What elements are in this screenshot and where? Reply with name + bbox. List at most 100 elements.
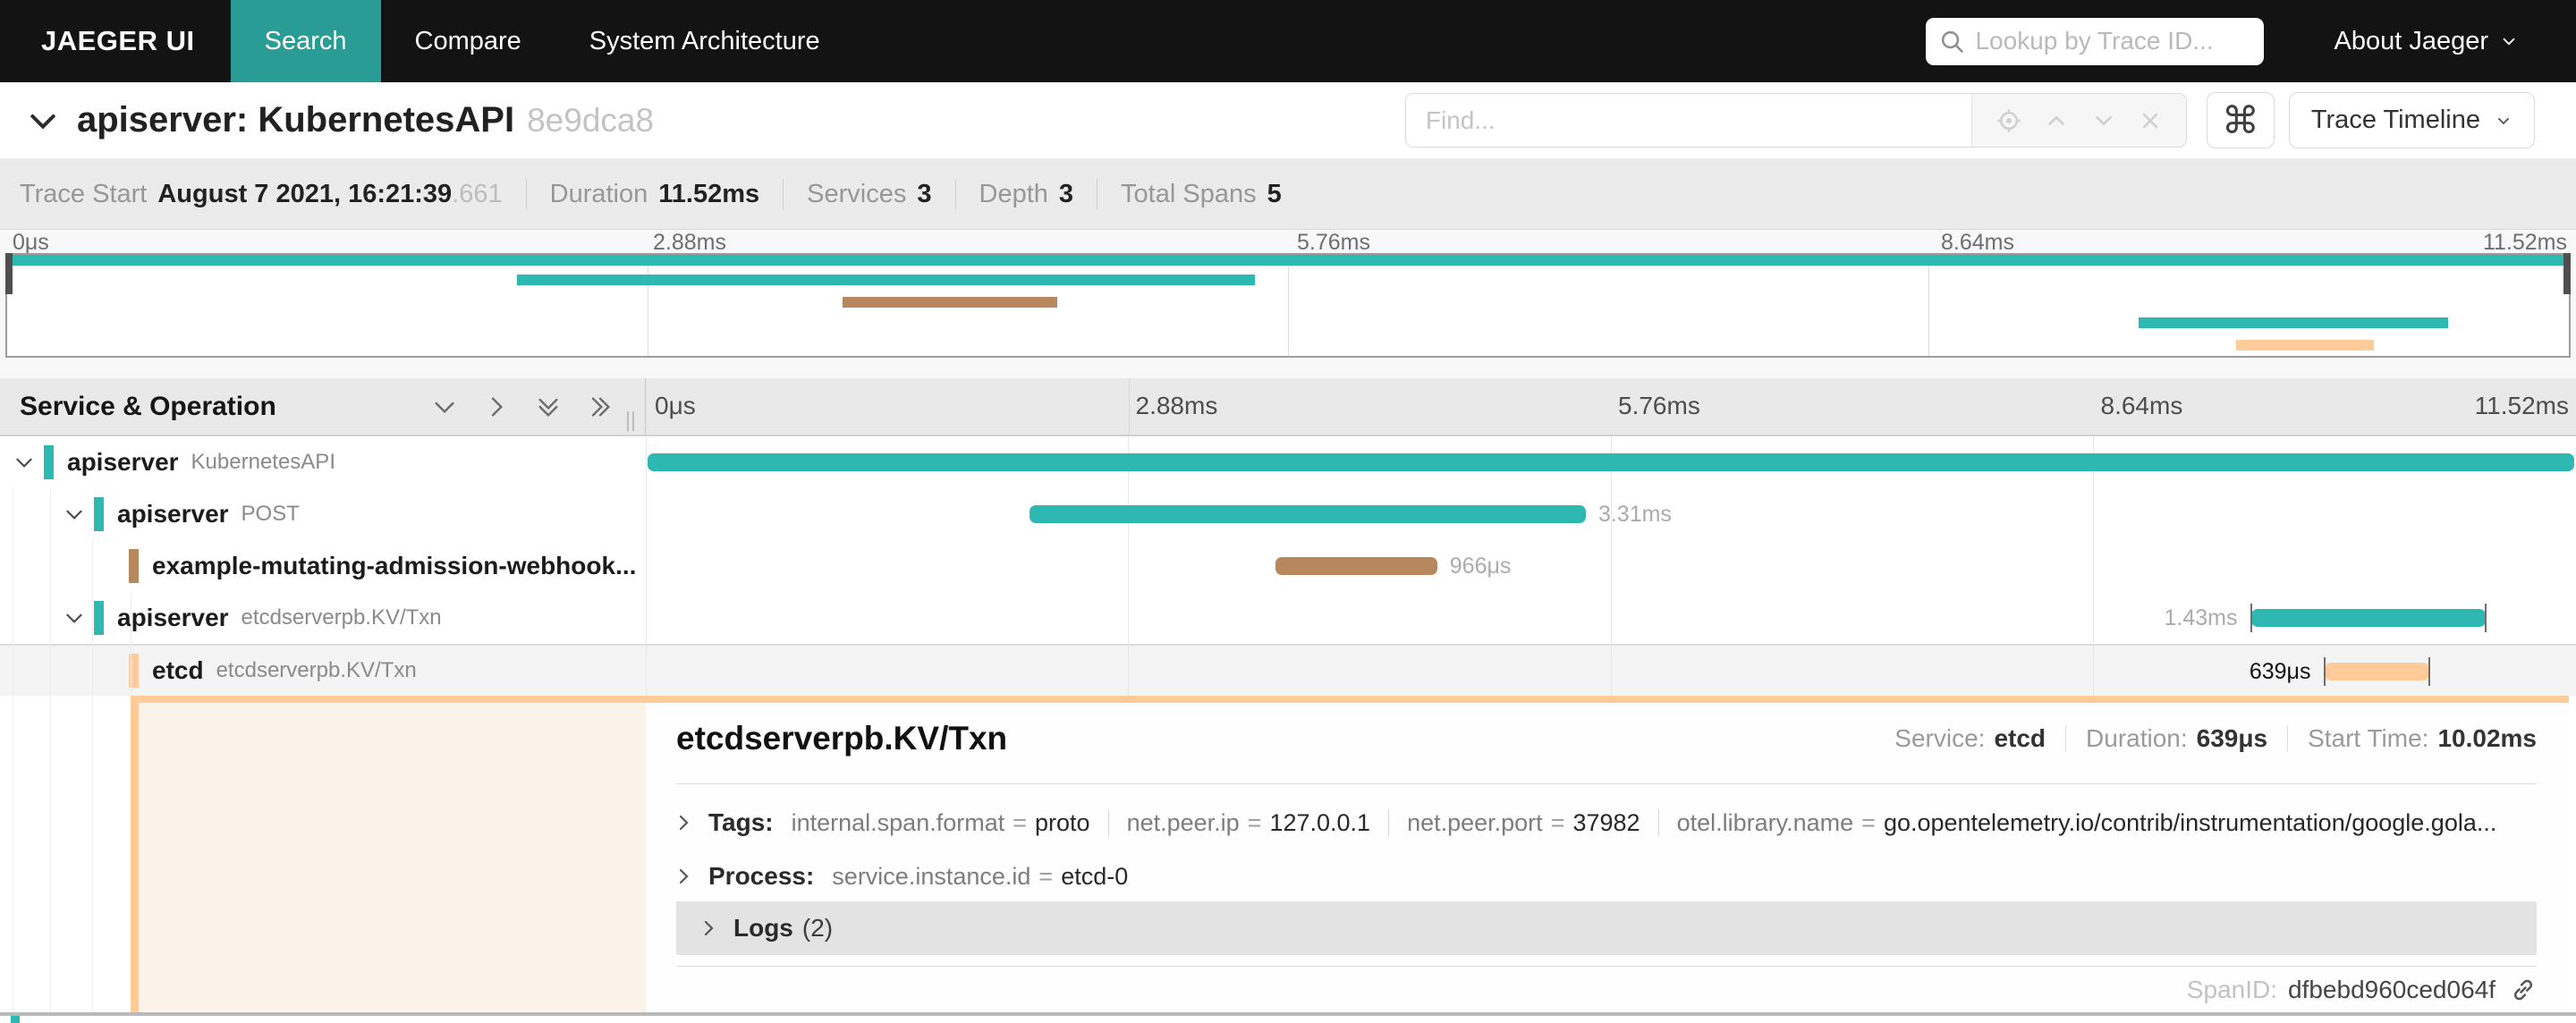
trace-collapse-chevron-icon[interactable] (25, 103, 61, 139)
focus-target-icon[interactable] (1996, 107, 2022, 134)
total-spans-value: 5 (1267, 179, 1282, 208)
trace-id-lookup[interactable] (1926, 17, 2265, 65)
ruler-tick: 8.64ms (2100, 392, 2183, 419)
top-nav: JAEGER UI Search Compare System Architec… (0, 0, 2576, 82)
start-time-value: 10.02ms (2437, 724, 2537, 752)
chevron-right-icon[interactable] (673, 812, 694, 833)
span-bar-wrap[interactable]: 1.43ms (2164, 604, 2487, 632)
total-spans-label: Total Spans (1121, 179, 1257, 208)
tag-divider (1388, 809, 1390, 836)
chevron-right-icon[interactable] (673, 866, 694, 887)
span-name-cell[interactable]: apiserver POST (0, 488, 646, 540)
collapse-controls (430, 393, 614, 421)
ruler-gridline (1128, 378, 1130, 435)
minimap-tick: 2.88ms (653, 230, 726, 255)
summary-divider (954, 179, 956, 209)
spanid-value: dfbebd960ced064f (2288, 976, 2496, 1003)
deep-link-icon[interactable] (2510, 976, 2537, 1003)
detail-operation-title: etcdserverpb.KV/Txn (676, 720, 1008, 757)
timeline-gridline (2093, 436, 2094, 696)
minimap-left-drag-handle[interactable] (5, 253, 13, 294)
span-bar[interactable] (2251, 609, 2486, 627)
service-color-block (129, 549, 139, 583)
logs-count: (2) (801, 914, 834, 942)
tag-divider (1107, 809, 1109, 836)
tree-guide-line (50, 488, 51, 696)
operation-name: KubernetesAPI (191, 450, 335, 474)
service-operation-title: Service & Operation (20, 391, 276, 421)
span-bar[interactable] (648, 453, 2574, 471)
span-row-etcd-txn-selected[interactable]: etcd etcdserverpb.KV/Txn 639μs (0, 644, 2576, 696)
span-bar-wrap[interactable]: 966μs (1275, 554, 1511, 579)
ruler-tick: 5.76ms (1618, 392, 1700, 419)
span-name-cell[interactable]: apiserver KubernetesAPI (0, 436, 646, 488)
equals-sign: = (1013, 808, 1028, 836)
timeline-gridline (1611, 436, 1612, 696)
nav-tab-compare[interactable]: Compare (381, 0, 555, 82)
expand-all-icon[interactable] (586, 393, 614, 421)
span-name-cell[interactable]: apiserver etcdserverpb.KV/Txn (0, 592, 646, 644)
about-jaeger-menu[interactable]: About Jaeger (2334, 27, 2519, 56)
duration-value: 639μs (2196, 724, 2268, 752)
operation-name: etcdserverpb.KV/Txn (216, 658, 417, 682)
span-detail-panel: etcdserverpb.KV/Txn Service: etcd Durati… (646, 703, 2569, 1016)
process-value: etcd-0 (1061, 862, 1129, 890)
span-bar[interactable] (2325, 663, 2429, 681)
timeline-gridline (1128, 436, 1129, 696)
chevron-down-icon[interactable] (63, 503, 86, 526)
span-bar-wrap[interactable]: 3.31ms (1030, 502, 1672, 527)
trace-start-value: August 7 2021, 16:21:39 (157, 179, 453, 208)
services-value: 3 (917, 179, 932, 208)
detail-left-strip[interactable] (139, 703, 646, 1012)
trace-start-millis: .661 (452, 179, 503, 208)
minimap-tick: 11.52ms (2482, 230, 2567, 255)
span-row-apiserver-kubernetesapi[interactable]: apiserver KubernetesAPI (0, 436, 2576, 488)
minimap-right-drag-handle[interactable] (2563, 253, 2571, 294)
find-next-icon[interactable] (2090, 107, 2117, 134)
span-row-apiserver-etcd-txn[interactable]: apiserver etcdserverpb.KV/Txn 1.43ms (0, 592, 2576, 644)
trace-summary-bar: Trace Start August 7 2021, 16:21:39 .661… (0, 159, 2576, 230)
keyboard-shortcuts-button[interactable]: ⌘ (2206, 92, 2275, 148)
tag-key: net.peer.port (1407, 808, 1543, 836)
process-key: service.instance.id (832, 862, 1031, 890)
column-resize-grip[interactable] (627, 411, 634, 431)
span-bar[interactable] (1030, 505, 1586, 523)
collapse-one-icon[interactable] (430, 393, 459, 421)
summary-divider (783, 179, 784, 209)
trace-id-short: 8e9dca8 (527, 101, 655, 139)
span-bar[interactable] (1275, 557, 1437, 575)
span-row-apiserver-post[interactable]: apiserver POST 3.31ms (0, 488, 2576, 540)
process-row[interactable]: Process: service.instance.id = etcd-0 (673, 857, 2537, 896)
duration-value: 11.52ms (658, 179, 760, 208)
span-bar-wrap[interactable]: 639μs (2250, 657, 2430, 686)
tag-key: internal.span.format (791, 808, 1005, 836)
logs-label: Logs (733, 914, 793, 942)
timeline-header: Service & Operation 0μs 2.88ms 5.76ms 8.… (0, 378, 2576, 436)
span-bar-wrap[interactable] (648, 453, 2574, 471)
minimap-tick: 8.64ms (1941, 230, 2014, 255)
nav-tab-search[interactable]: Search (230, 0, 381, 82)
logs-accordion[interactable]: Logs (2) (676, 901, 2537, 955)
collapse-all-icon[interactable] (534, 393, 563, 421)
chevron-down-icon[interactable] (13, 451, 36, 474)
minimap-canvas[interactable] (5, 253, 2571, 358)
find-clear-icon[interactable] (2138, 108, 2163, 133)
trace-id-lookup-input[interactable] (1975, 27, 2252, 55)
detail-title-row: etcdserverpb.KV/Txn Service: etcd Durati… (676, 717, 2537, 760)
expand-one-icon[interactable] (482, 393, 511, 421)
span-name-cell[interactable]: etcd etcdserverpb.KV/Txn (0, 646, 646, 696)
ruler-tick: 2.88ms (1135, 392, 1218, 419)
tags-label: Tags: (708, 808, 774, 836)
chevron-right-icon[interactable] (698, 917, 719, 939)
minimap-ruler: 0μs 2.88ms 5.76ms 8.64ms 11.52ms (0, 230, 2576, 255)
find-input[interactable] (1405, 94, 1971, 147)
nav-tab-system-architecture[interactable]: System Architecture (555, 0, 854, 82)
tags-row[interactable]: Tags: internal.span.format = proto net.p… (673, 803, 2537, 842)
find-prev-icon[interactable] (2043, 107, 2070, 134)
ruler-tick: 0μs (655, 392, 696, 419)
column-divider (646, 436, 647, 696)
trace-view-selector[interactable]: Trace Timeline (2288, 92, 2535, 148)
span-name-cell[interactable]: example-mutating-admission-webhook... (0, 540, 646, 592)
chevron-down-icon[interactable] (63, 606, 86, 630)
span-row-webhook[interactable]: example-mutating-admission-webhook... 96… (0, 540, 2576, 592)
